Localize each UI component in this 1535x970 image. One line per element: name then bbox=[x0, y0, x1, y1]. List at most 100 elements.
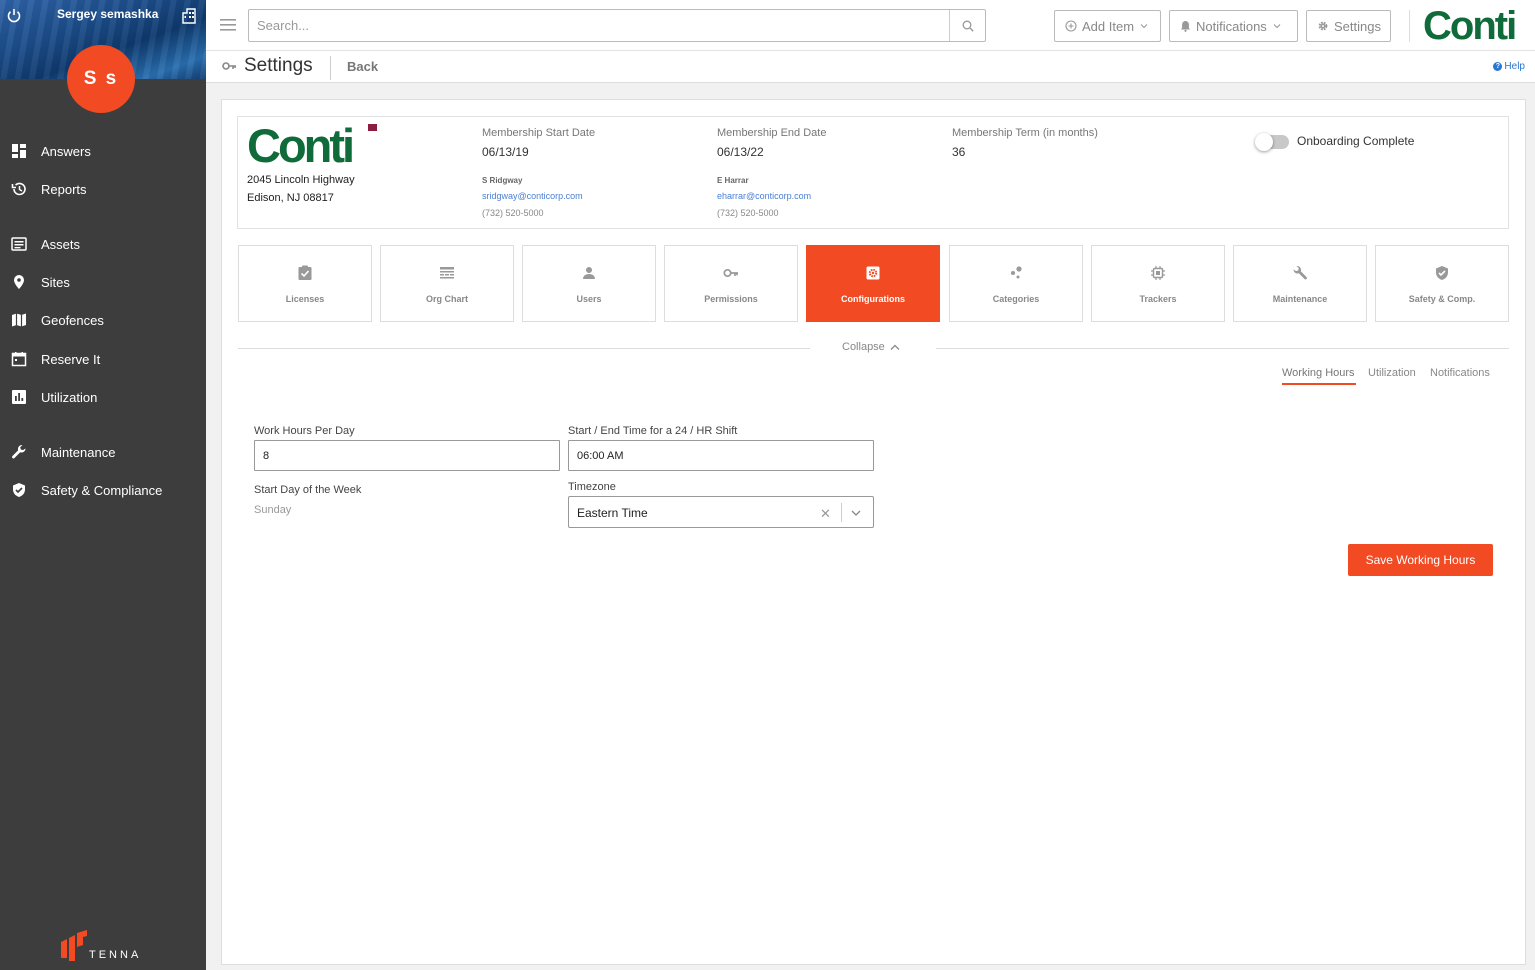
page-title: Settings bbox=[244, 55, 313, 76]
bar-chart-icon bbox=[12, 390, 26, 404]
start-day-value: Sunday bbox=[254, 504, 292, 516]
license-check-icon bbox=[298, 265, 312, 280]
tile-label: Categories bbox=[992, 294, 1040, 304]
power-icon[interactable] bbox=[6, 8, 22, 24]
sidebar-item-label: Maintenance bbox=[41, 444, 116, 460]
sidebar-item-utilization[interactable]: Utilization bbox=[0, 382, 206, 412]
membership-term-label: Membership Term (in months) bbox=[952, 127, 1098, 139]
tile-label: Maintenance bbox=[1272, 294, 1328, 304]
help-icon: ? bbox=[1493, 62, 1503, 71]
work-hours-input[interactable] bbox=[254, 440, 560, 471]
tenna-logo-text: TENNA bbox=[89, 949, 142, 961]
tile-safety-comp[interactable]: Safety & Comp. bbox=[1375, 245, 1509, 322]
notifications-button[interactable]: Notifications bbox=[1169, 10, 1298, 42]
tile-label: Permissions bbox=[704, 294, 758, 304]
help-label: Help bbox=[1504, 61, 1525, 72]
sidebar-item-maintenance[interactable]: Maintenance bbox=[0, 437, 206, 467]
tile-label: Configurations bbox=[841, 294, 905, 304]
search-box bbox=[248, 9, 986, 42]
collapse-divider-right bbox=[936, 348, 1509, 349]
location-pin-icon bbox=[14, 275, 24, 289]
onboarding-toggle[interactable] bbox=[1255, 133, 1289, 151]
company-address-line1: 2045 Lincoln Highway bbox=[247, 174, 355, 186]
tile-trackers[interactable]: Trackers bbox=[1091, 245, 1225, 322]
sidebar-item-safety-compliance[interactable]: Safety & Compliance bbox=[0, 475, 206, 505]
top-bar: Add Item Notifications Settings Conti bbox=[206, 0, 1535, 51]
tile-users[interactable]: Users bbox=[522, 245, 656, 322]
contact1-name: S Ridgway bbox=[482, 176, 523, 185]
chevron-down-icon bbox=[1273, 24, 1281, 29]
membership-end-label: Membership End Date bbox=[717, 127, 827, 139]
membership-term-value: 36 bbox=[952, 145, 966, 159]
select-divider bbox=[841, 503, 842, 522]
settings-button[interactable]: Settings bbox=[1306, 10, 1391, 42]
sidebar-item-geofences[interactable]: Geofences bbox=[0, 305, 206, 335]
tab-working-hours[interactable]: Working Hours bbox=[1282, 367, 1355, 379]
settings-label: Settings bbox=[1334, 18, 1381, 34]
org-chart-icon bbox=[440, 267, 454, 279]
add-item-button[interactable]: Add Item bbox=[1054, 10, 1161, 42]
tile-label: Licenses bbox=[285, 294, 325, 304]
brand-logo: Conti bbox=[1423, 5, 1517, 47]
search-button[interactable] bbox=[949, 10, 985, 41]
timezone-select[interactable]: Eastern Time ✕ bbox=[568, 496, 874, 528]
sidebar-item-label: Assets bbox=[41, 236, 81, 252]
shield-icon bbox=[13, 483, 25, 497]
chip-icon bbox=[1151, 266, 1165, 280]
map-icon bbox=[12, 313, 26, 327]
notifications-label: Notifications bbox=[1196, 18, 1267, 34]
help-link[interactable]: ? Help bbox=[1493, 61, 1525, 72]
hamburger-menu-icon[interactable] bbox=[220, 18, 236, 32]
calendar-icon bbox=[11, 352, 27, 367]
dashboard-icon bbox=[12, 144, 26, 158]
building-icon[interactable] bbox=[181, 8, 197, 24]
sidebar-item-reports[interactable]: Reports bbox=[0, 174, 206, 204]
sidebar-item-label: Sites bbox=[41, 274, 70, 290]
tile-permissions[interactable]: Permissions bbox=[664, 245, 798, 322]
back-link[interactable]: Back bbox=[347, 59, 378, 74]
tab-utilization[interactable]: Utilization bbox=[1368, 367, 1416, 379]
tile-label: Trackers bbox=[1139, 294, 1177, 304]
tile-configurations[interactable]: Configurations bbox=[806, 245, 940, 322]
search-input[interactable] bbox=[249, 10, 949, 41]
user-icon bbox=[583, 267, 595, 279]
contact2-email[interactable]: eharrar@conticorp.com bbox=[717, 191, 811, 201]
company-card: Conti 2045 Lincoln Highway Edison, NJ 08… bbox=[237, 116, 1509, 229]
shift-time-label: Start / End Time for a 24 / HR Shift bbox=[568, 425, 738, 437]
chevron-up-icon bbox=[890, 344, 900, 350]
avatar[interactable]: S s bbox=[67, 45, 135, 113]
tile-label: Users bbox=[576, 294, 602, 304]
contact2-name: E Harrar bbox=[717, 176, 749, 185]
sidebar-item-sites[interactable]: Sites bbox=[0, 267, 206, 297]
sidebar-item-label: Geofences bbox=[41, 312, 104, 328]
clear-icon[interactable]: ✕ bbox=[820, 506, 831, 522]
contact2-phone: (732) 520-5000 bbox=[717, 208, 779, 218]
timezone-value: Eastern Time bbox=[577, 506, 648, 520]
tile-maintenance[interactable]: Maintenance bbox=[1233, 245, 1367, 322]
gear-icon bbox=[866, 266, 880, 280]
sidebar-item-answers[interactable]: Answers bbox=[0, 136, 206, 166]
key-icon bbox=[222, 62, 236, 70]
chevron-down-icon[interactable] bbox=[850, 507, 862, 519]
collapse-toggle[interactable]: Collapse bbox=[842, 341, 900, 353]
sidebar-item-label: Utilization bbox=[41, 389, 98, 405]
tile-licenses[interactable]: Licenses bbox=[238, 245, 372, 322]
start-day-label: Start Day of the Week bbox=[254, 484, 362, 496]
shift-time-input[interactable] bbox=[568, 440, 874, 471]
list-icon bbox=[11, 237, 27, 251]
collapse-label: Collapse bbox=[842, 341, 885, 353]
history-icon bbox=[11, 182, 26, 196]
sidebar-item-label: Answers bbox=[41, 143, 91, 159]
wrench-icon bbox=[1293, 265, 1307, 280]
tile-org-chart[interactable]: Org Chart bbox=[380, 245, 514, 322]
company-address-line2: Edison, NJ 08817 bbox=[247, 192, 334, 204]
sidebar-item-reserve-it[interactable]: Reserve It bbox=[0, 344, 206, 374]
membership-start-value: 06/13/19 bbox=[482, 145, 529, 159]
tab-notifications[interactable]: Notifications bbox=[1430, 367, 1490, 379]
save-working-hours-button[interactable]: Save Working Hours bbox=[1348, 544, 1493, 576]
brand-divider bbox=[1409, 10, 1410, 42]
tile-categories[interactable]: Categories bbox=[949, 245, 1083, 322]
contact1-email[interactable]: sridgway@conticorp.com bbox=[482, 191, 583, 201]
sidebar-item-assets[interactable]: Assets bbox=[0, 229, 206, 259]
membership-end-value: 06/13/22 bbox=[717, 145, 764, 159]
